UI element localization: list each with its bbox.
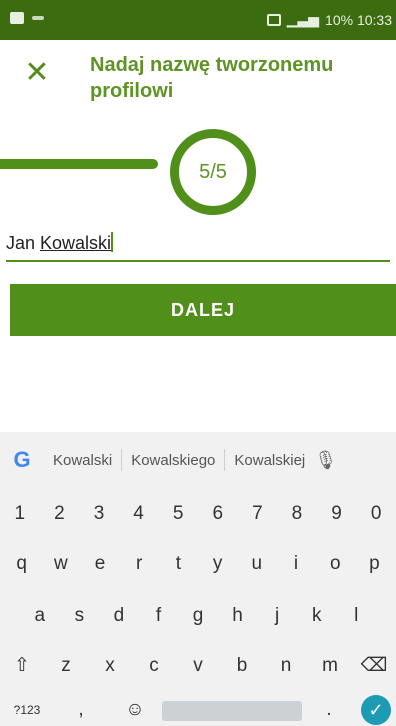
key[interactable]: o [316,544,355,584]
key[interactable]: e [80,544,119,584]
key[interactable]: l [337,596,377,636]
key[interactable]: d [99,596,139,636]
key[interactable]: s [60,596,100,636]
key[interactable]: z [44,646,88,686]
period-key[interactable]: . [302,694,356,726]
status-left [10,12,44,24]
key[interactable]: 2 [40,494,80,534]
name-value-first: Jan [6,233,41,253]
page-title: Nadaj nazwę tworzonemu profilowi [90,54,334,102]
text-cursor [111,232,114,252]
keyboard-row-zxcv: ⇧ z x c v b n m ⌫ [0,646,396,686]
suggestion-2[interactable]: Kowalskiego [122,452,224,469]
key[interactable]: y [198,544,237,584]
status-right: ▁▃▅ 10% 10:33 [266,11,392,28]
key[interactable]: k [297,596,337,636]
key[interactable]: x [88,646,132,686]
key[interactable]: 3 [79,494,119,534]
close-icon[interactable]: ✕ [24,58,50,88]
emoji-key-icon[interactable]: ☺ [108,694,162,726]
keyboard: G Kowalski Kowalskiego Kowalskiej 🎙 1 2 … [0,432,396,726]
screenshot-icon [266,13,281,26]
key[interactable]: 7 [238,494,278,534]
key[interactable]: 0 [356,494,396,534]
keyboard-row-numbers: 1 2 3 4 5 6 7 8 9 0 [0,494,396,534]
notification-dash-icon [32,16,44,20]
shift-key-icon[interactable]: ⇧ [0,646,44,686]
backspace-key-icon[interactable]: ⌫ [352,646,396,686]
keyboard-row-bottom: ?123 , ☺ . ✓ [0,694,396,726]
key[interactable]: c [132,646,176,686]
key[interactable]: 4 [119,494,159,534]
status-text: 10% 10:33 [325,11,392,28]
key[interactable]: g [178,596,218,636]
key[interactable]: v [176,646,220,686]
key[interactable]: n [264,646,308,686]
next-button[interactable]: DALEJ [10,284,396,336]
key[interactable]: f [139,596,179,636]
progress-step-label: 5/5 [199,160,227,183]
enter-key[interactable]: ✓ [356,694,396,726]
key[interactable]: i [276,544,315,584]
key[interactable]: j [257,596,297,636]
keyboard-row-asdf: a s d f g h j k l [0,596,396,636]
key[interactable]: p [355,544,394,584]
key[interactable]: 9 [317,494,357,534]
key[interactable]: w [41,544,80,584]
checkmark-icon: ✓ [361,695,391,725]
suggestion-strip: G Kowalski Kowalskiego Kowalskiej 🎙 [0,432,396,488]
google-icon[interactable]: G [0,447,44,473]
key[interactable]: r [120,544,159,584]
name-value-underlined: Kowalski [40,233,112,253]
key[interactable]: a [20,596,60,636]
key[interactable]: u [237,544,276,584]
key[interactable]: 5 [158,494,198,534]
key[interactable]: q [2,544,41,584]
suggestion-1[interactable]: Kowalski [44,452,121,469]
profile-name-input[interactable]: Jan Kowalski [6,232,390,262]
suggestion-3[interactable]: Kowalskiej [225,452,314,469]
progress-bar [0,159,158,169]
key[interactable]: t [159,544,198,584]
comma-key[interactable]: , [54,694,108,726]
symbols-key[interactable]: ?123 [0,694,54,726]
key[interactable]: 1 [0,494,40,534]
key[interactable]: h [218,596,258,636]
key[interactable]: 6 [198,494,238,534]
signal-icon: ▁▃▅ [286,11,320,27]
progress-step-circle: 5/5 [170,129,256,215]
keyboard-row-qwerty: q w e r t y u i o p [0,544,396,584]
key[interactable]: m [308,646,352,686]
notification-icon [10,12,24,24]
microphone-icon[interactable]: 🎙 [314,450,337,471]
key[interactable]: b [220,646,264,686]
space-key[interactable] [162,701,302,721]
status-bar: ▁▃▅ 10% 10:33 [0,0,396,40]
key[interactable]: 8 [277,494,317,534]
